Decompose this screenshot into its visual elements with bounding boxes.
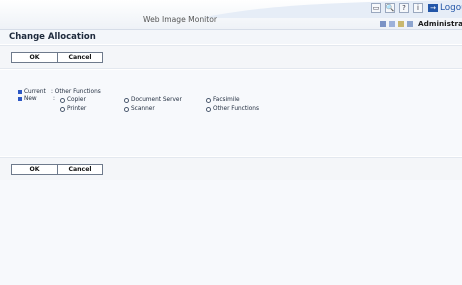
logout-icon: →: [428, 4, 438, 12]
radio-facsimile[interactable]: Facsimile: [206, 97, 240, 103]
new-label: New: [18, 96, 37, 102]
ok-button[interactable]: OK: [11, 52, 58, 63]
search-icon[interactable]: 🔍: [385, 3, 395, 13]
cancel-button[interactable]: Cancel: [57, 52, 103, 63]
cancel-button[interactable]: Cancel: [57, 164, 103, 175]
app-title: Web Image Monitor: [143, 15, 218, 24]
keyboard-icon[interactable]: ▭: [371, 3, 381, 13]
top-header: Web Image Monitor ▭ 🔍 ? i → Logout Admin…: [0, 0, 462, 30]
status-icon: [398, 20, 404, 27]
empty-area: [0, 180, 462, 285]
logout-label: Logout: [440, 3, 462, 13]
button-panel-top: OK Cancel: [0, 45, 462, 69]
network-icon: [389, 20, 395, 27]
user-icon: [380, 20, 386, 27]
radio-document-server[interactable]: Document Server: [124, 97, 182, 103]
allocation-panel: Current : Other Functions New : Copier D…: [0, 70, 462, 156]
header-icons: ▭ 🔍 ? i → Logout: [371, 3, 462, 13]
new-colon: :: [53, 96, 55, 102]
current-value: : Other Functions: [51, 89, 101, 95]
radio-icon[interactable]: [206, 106, 211, 112]
bullet-icon: [18, 96, 22, 101]
ok-button[interactable]: OK: [11, 164, 58, 175]
radio-scanner[interactable]: Scanner: [124, 106, 155, 112]
radio-icon[interactable]: [206, 97, 211, 103]
radio-icon[interactable]: [60, 97, 65, 103]
info-icon[interactable]: i: [413, 3, 423, 13]
radio-copier[interactable]: Copier: [60, 97, 86, 103]
user-name: Administrator: [418, 19, 462, 28]
button-panel-bottom: OK Cancel: [0, 157, 462, 181]
radio-icon[interactable]: [60, 106, 65, 112]
logout-button[interactable]: → Logout: [428, 3, 462, 13]
radio-icon[interactable]: [124, 106, 129, 112]
page-title: Change Allocation: [9, 32, 96, 42]
radio-icon[interactable]: [124, 97, 129, 103]
user-row: Administrator: [380, 19, 462, 28]
settings-icon: [407, 20, 413, 27]
page-title-bar: Change Allocation: [0, 30, 462, 44]
current-label: Current: [18, 89, 46, 95]
bullet-icon: [18, 89, 22, 94]
question-icon[interactable]: ?: [399, 3, 409, 13]
radio-other-functions[interactable]: Other Functions: [206, 106, 259, 112]
radio-printer[interactable]: Printer: [60, 106, 86, 112]
